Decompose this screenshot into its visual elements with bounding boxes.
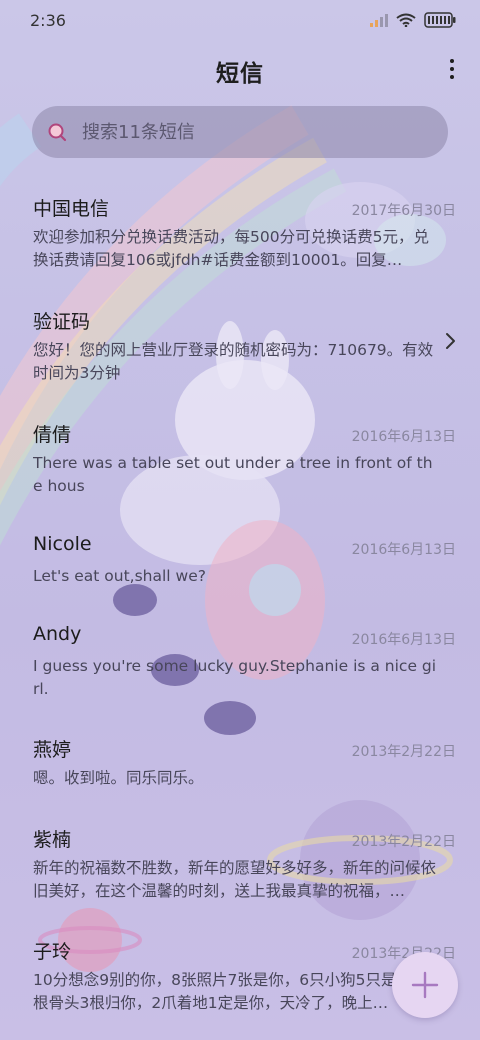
page-title: 短信: [216, 61, 264, 87]
message-date: 2013年2月22日: [351, 744, 456, 760]
message-sender: 倩倩: [33, 424, 72, 446]
more-vertical-icon-dot: [450, 67, 454, 71]
wifi-icon: [396, 13, 416, 27]
search-input[interactable]: [80, 120, 414, 144]
message-date: 2016年6月13日: [351, 542, 456, 558]
message-sender: 中国电信: [33, 198, 110, 220]
message-preview: 新年的祝福数不胜数，新年的愿望好多好多，新年的问候依旧美好，在这个温馨的时刻，送…: [33, 859, 437, 900]
message-item[interactable]: 倩倩 2016年6月13日 There was a table set out …: [0, 404, 480, 516]
message-date: 2016年6月13日: [351, 632, 456, 648]
search-bar[interactable]: [32, 106, 448, 158]
message-sender: Andy: [33, 623, 82, 645]
sms-app-screen: 2:36 短信 搜索11条短信 中国电信 2017年6月30日 欢迎参加积分兑换…: [0, 0, 480, 1040]
message-sender: 子玲: [33, 941, 72, 963]
battery-icon: [424, 12, 456, 28]
status-icons: [370, 12, 456, 28]
message-item[interactable]: Nicole 2016年6月13日 Let's eat out,shall we…: [0, 517, 480, 607]
message-preview: 嗯。收到啦。同乐同乐。: [33, 769, 204, 787]
status-bar: 2:36: [0, 0, 480, 40]
message-preview: There was a table set out under a tree i…: [33, 454, 433, 495]
message-preview: Let's eat out,shall we?: [33, 567, 206, 585]
new-message-button[interactable]: [392, 952, 458, 1018]
message-item[interactable]: 紫楠 2013年2月22日 新年的祝福数不胜数，新年的愿望好多好多，新年的问候依…: [0, 809, 480, 921]
message-item[interactable]: 验证码 您好！您的网上营业厅登录的随机密码为：710679。有效时间为3分钟: [0, 291, 480, 403]
more-vertical-icon-dot: [450, 75, 454, 79]
signal-icon: [370, 14, 388, 27]
message-date: 2016年6月13日: [351, 429, 456, 445]
message-item[interactable]: 中国电信 2017年6月30日 欢迎参加积分兑换话费活动，每500分可兑换话费5…: [0, 178, 480, 290]
search-icon: [46, 121, 68, 143]
more-vertical-icon: [450, 59, 454, 63]
more-options-button[interactable]: [442, 52, 462, 86]
app-header: 短信: [0, 44, 480, 94]
message-sender: 紫楠: [33, 829, 72, 851]
message-sender: 燕婷: [33, 739, 72, 761]
message-item[interactable]: Andy 2016年6月13日 I guess you're some luck…: [0, 607, 480, 719]
message-sender: Nicole: [33, 533, 92, 555]
message-preview: 10分想念9别的你，8张照片7张是你，6只小狗5只是你，4根骨头3根归你，2爪着…: [33, 971, 438, 1012]
message-preview: I guess you're some lucky guy.Stephanie …: [33, 657, 437, 698]
message-date: 2013年2月22日: [351, 834, 456, 850]
chevron-right-icon: [446, 333, 455, 349]
message-preview: 您好！您的网上营业厅登录的随机密码为：710679。有效时间为3分钟: [33, 341, 434, 382]
message-preview: 欢迎参加积分兑换话费活动，每500分可兑换话费5元，兑换话费请回复106或jfd…: [33, 228, 429, 269]
message-sender: 验证码: [33, 311, 91, 333]
status-time: 2:36: [30, 10, 66, 30]
message-item[interactable]: 燕婷 2013年2月22日 嗯。收到啦。同乐同乐。: [0, 719, 480, 809]
plus-icon: [411, 971, 439, 999]
message-date: 2017年6月30日: [351, 203, 456, 219]
